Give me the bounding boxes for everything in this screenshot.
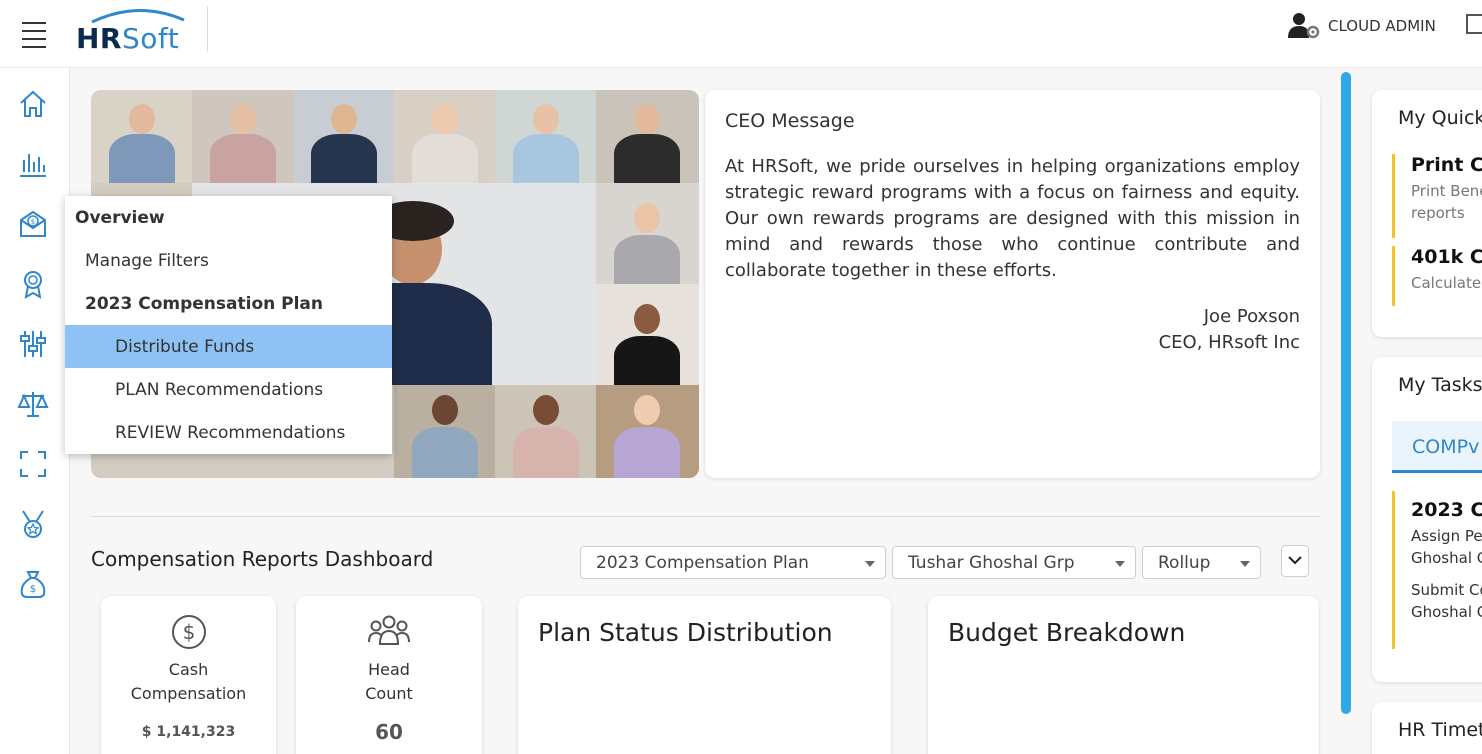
award-ribbon-icon[interactable] [17,268,49,300]
user-menu[interactable]: CLOUD ADMIN [1288,10,1436,42]
sliders-icon[interactable] [17,328,49,360]
chevron-down-icon [1240,561,1250,567]
dollar-circle-icon: $ [171,615,206,649]
budget-breakdown-card: Budget Breakdown [928,596,1319,754]
quick-link-subtitle: Calculate [1411,274,1482,292]
quick-link-print[interactable]: Print Ce Print Bene reports [1392,154,1482,238]
bar-chart-icon[interactable] [17,148,49,180]
dashboard-title: Compensation Reports Dashboard [91,547,434,571]
hr-timeline-title: HR Timet [1398,719,1482,741]
medal-icon[interactable] [17,508,49,540]
metric-label-line: Head [368,660,410,679]
vertical-scrollbar[interactable] [1341,72,1351,714]
menu-item-label: PLAN Recommendations [115,379,324,400]
chart-title: Plan Status Distribution [538,618,833,647]
metric-label-line: Compensation [130,684,247,703]
group-select[interactable]: Tushar Ghoshal Grp [892,546,1136,579]
chevron-down-icon [865,561,875,567]
cash-compensation-value: $ 1,141,323 [141,724,236,740]
mode-select-value: Rollup [1158,553,1211,573]
hamburger-menu-icon[interactable] [22,22,46,48]
svg-text:$: $ [31,218,35,226]
quick-link-title: 401k Ca [1411,246,1482,268]
home-icon[interactable] [17,88,49,120]
my-tasks-card: My Tasks COMPv 2023 Co Assign Pe Ghoshal… [1372,357,1482,682]
menu-item-review-recommendations[interactable]: REVIEW Recommendations [65,411,392,454]
collapse-dashboard-button[interactable] [1281,545,1309,577]
menu-item-label: Overview [75,207,165,228]
menu-item-label: Manage Filters [85,250,209,271]
hrsoft-logo[interactable]: HRSoft [74,6,198,56]
chevron-down-icon [1115,561,1125,567]
head-count-value: 60 [375,720,403,744]
mode-select[interactable]: Rollup [1142,546,1261,579]
tab-compv[interactable]: COMPv [1392,421,1482,473]
group-select-value: Tushar Ghoshal Grp [908,553,1075,573]
section-divider [91,516,1320,517]
ceo-message-title: CEO Message [725,110,855,132]
plan-status-distribution-card: Plan Status Distribution [518,596,891,754]
ceo-name: Joe Poxson [1203,306,1300,327]
plan-select-value: 2023 Compensation Plan [596,553,809,573]
logo-hr-text: HR [76,22,122,55]
menu-item-distribute-funds[interactable]: Distribute Funds [65,325,392,368]
quick-link-title: Print Ce [1411,154,1482,176]
task-title: 2023 Co [1411,499,1482,521]
money-envelope-icon[interactable]: $ [17,208,49,240]
svg-text:$: $ [30,584,36,595]
metric-label-line: Count [365,684,413,703]
quick-link-401k[interactable]: 401k Ca Calculate [1392,246,1482,306]
chevron-down-icon [1288,556,1302,565]
user-admin-icon [1288,13,1320,39]
task-item[interactable]: 2023 Co Assign Pe Ghoshal G Submit Co Gh… [1392,491,1482,649]
side-navigation: $ $ [0,68,70,754]
fullscreen-icon[interactable] [17,448,49,480]
menu-item-label: 2023 Compensation Plan [85,293,324,314]
menu-item-overview[interactable]: Overview [65,196,392,239]
overview-menu: Overview Manage Filters 2023 Compensatio… [65,196,392,454]
head-count-card[interactable]: Head Count 60 [296,596,482,754]
quick-links-card: My Quick Print Ce Print Bene reports 401… [1372,90,1482,337]
plan-select[interactable]: 2023 Compensation Plan [580,546,886,579]
metric-label: Cash Compensation [101,658,276,706]
quick-links-title: My Quick [1398,107,1482,129]
scales-icon[interactable] [17,388,49,420]
people-group-icon [368,615,410,645]
cash-compensation-card[interactable]: $ Cash Compensation $ 1,141,323 [101,596,276,754]
menu-item-label: Distribute Funds [115,336,255,357]
task-line: Assign Pe [1411,527,1482,545]
quick-link-subtitle: reports [1411,204,1465,222]
hr-timeline-card: HR Timet [1372,702,1482,754]
metric-label: Head Count [296,658,482,706]
money-bag-icon[interactable]: $ [17,568,49,600]
menu-item-2023-compensation-plan[interactable]: 2023 Compensation Plan [65,282,392,325]
menu-item-manage-filters[interactable]: Manage Filters [65,239,392,282]
ceo-role: CEO, HRsoft Inc [1158,332,1300,353]
svg-text:$: $ [182,620,195,644]
task-line: Ghoshal G [1411,603,1482,621]
chart-title: Budget Breakdown [948,618,1186,647]
my-tasks-title: My Tasks [1398,374,1482,396]
ceo-message-body: At HRSoft, we pride ourselves in helping… [725,156,1300,281]
report-icon[interactable] [1466,14,1482,34]
ceo-message-card: CEO Message At HRSoft, we pride ourselve… [705,90,1320,478]
quick-link-subtitle: Print Bene [1411,182,1482,200]
metric-label-line: Cash [168,660,209,679]
header-divider [207,6,208,52]
task-line: Ghoshal G [1411,549,1482,567]
menu-item-label: REVIEW Recommendations [115,422,346,443]
user-name-label: CLOUD ADMIN [1328,17,1436,35]
menu-item-plan-recommendations[interactable]: PLAN Recommendations [65,368,392,411]
ceo-signature: Joe Poxson CEO, HRsoft Inc [725,304,1300,356]
task-line: Submit Co [1411,581,1482,599]
top-bar: HRSoft CLOUD ADMIN [0,0,1482,68]
logo-soft-text: Soft [122,22,180,55]
